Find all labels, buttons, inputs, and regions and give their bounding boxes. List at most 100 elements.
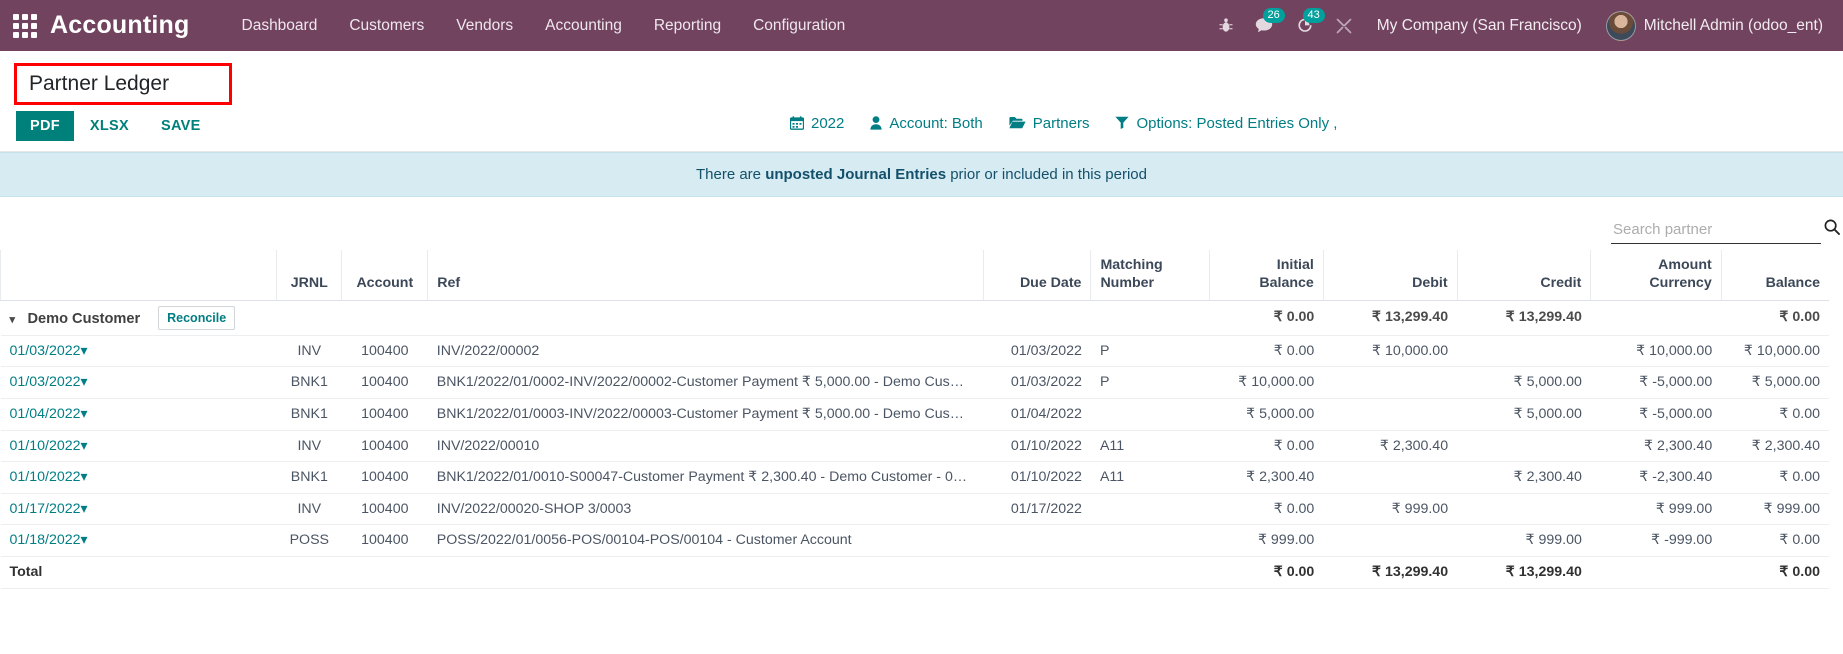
row-matching-number: P [1090,366,1210,399]
row-date-cell[interactable]: 01/03/2022▾ [0,335,277,368]
row-date-label[interactable]: 01/10/2022 [10,438,81,454]
table-row[interactable]: 01/17/2022▾ INV 100400 INV/2022/00020-SH… [0,493,1829,526]
messages-icon[interactable]: 26 [1244,8,1285,40]
row-amount-currency: ₹ -5,000.00 [1590,398,1722,431]
row-date-cell[interactable]: 01/10/2022▾ [0,430,277,463]
row-date-caret-icon[interactable]: ▾ [81,469,88,485]
group-balance: ₹ 0.00 [1721,300,1829,336]
row-due-date: 01/10/2022 [983,461,1091,494]
row-balance: ₹ 0.00 [1721,461,1829,494]
row-date-cell[interactable]: 01/18/2022▾ [0,524,277,557]
table-row[interactable]: 01/18/2022▾ POSS 100400 POSS/2022/01/005… [0,524,1829,557]
row-matching-number: A11 [1090,461,1210,494]
filter-date-range[interactable]: 2022 [789,115,844,132]
row-jrnl: BNK1 [276,398,342,431]
apps-grid-icon[interactable] [8,9,42,43]
row-due-date: 01/10/2022 [983,430,1091,463]
row-date-label[interactable]: 01/04/2022 [10,406,81,422]
row-jrnl: BNK1 [276,461,342,494]
row-date-label[interactable]: 01/18/2022 [10,532,81,548]
row-debit [1323,366,1458,399]
filter-options-label: Options: Posted Entries Only , [1136,115,1338,133]
row-jrnl: INV [276,335,342,368]
report-filters: 2022 Account: Both Partners Options: Pos… [789,115,1337,133]
search-box[interactable] [1611,219,1840,245]
menu-item-configuration[interactable]: Configuration [737,1,861,51]
row-amount-currency: ₹ -5,000.00 [1590,366,1722,399]
partner-group-row[interactable]: ▾ Demo Customer Reconcile ₹ 0.00 ₹ 13,29… [0,300,1829,336]
row-date-label[interactable]: 01/17/2022 [10,501,81,517]
row-credit: ₹ 999.00 [1457,524,1591,557]
search-input[interactable] [1611,220,1814,240]
filter-options[interactable]: Options: Posted Entries Only , [1115,115,1337,132]
total-amount-currency [1590,556,1722,589]
row-initial-balance: ₹ 2,300.40 [1209,461,1324,494]
total-account-cell [341,556,428,589]
row-ref: INV/2022/00010 [427,430,984,463]
filter-account-label: Account: Both [889,115,983,133]
row-date-caret-icon[interactable]: ▾ [81,438,88,454]
row-ref: INV/2022/00002 [427,335,984,368]
ledger-table-wrapper: JRNL Account Ref Due Date Matching Numbe… [0,250,1843,589]
row-date-cell[interactable]: 01/03/2022▾ [0,366,277,399]
row-initial-balance: ₹ 999.00 [1209,524,1324,557]
tools-icon[interactable] [1325,12,1363,40]
table-row[interactable]: 01/10/2022▾ BNK1 100400 BNK1/2022/01/001… [0,461,1829,494]
table-row[interactable]: 01/10/2022▾ INV 100400 INV/2022/00010 01… [0,430,1829,463]
user-menu[interactable]: Mitchell Admin (odoo_ent) [1596,7,1829,45]
row-debit: ₹ 999.00 [1323,493,1458,526]
bug-icon[interactable] [1208,12,1244,40]
row-amount-currency: ₹ 999.00 [1590,493,1722,526]
group-collapse-caret-icon[interactable]: ▾ [10,313,24,329]
row-date-label[interactable]: 01/10/2022 [10,469,81,485]
company-switcher[interactable]: My Company (San Francisco) [1363,11,1596,41]
row-jrnl: INV [276,430,342,463]
row-date-caret-icon[interactable]: ▾ [81,501,88,517]
activities-icon[interactable]: 43 [1285,8,1325,40]
row-account: 100400 [341,524,428,557]
row-date-cell[interactable]: 01/17/2022▾ [0,493,277,526]
row-date-caret-icon[interactable]: ▾ [81,374,88,390]
pdf-button[interactable]: PDF [16,111,74,142]
export-button-group: PDF XLSX SAVE [16,111,217,142]
search-icon[interactable] [1824,219,1840,240]
column-header-initial-balance: Initial Balance [1209,250,1324,301]
reconcile-button[interactable]: Reconcile [158,305,236,330]
filter-icon [1115,116,1130,131]
table-row[interactable]: 01/04/2022▾ BNK1 100400 BNK1/2022/01/000… [0,398,1829,431]
table-row[interactable]: 01/03/2022▾ BNK1 100400 BNK1/2022/01/000… [0,366,1829,399]
app-brand-title[interactable]: Accounting [50,11,190,40]
menu-item-customers[interactable]: Customers [333,1,440,51]
filter-partners[interactable]: Partners [1009,115,1089,132]
group-initial-balance: ₹ 0.00 [1209,300,1324,336]
table-row[interactable]: 01/03/2022▾ INV 100400 INV/2022/00002 01… [0,335,1829,368]
row-matching-number: A11 [1090,430,1210,463]
calendar-icon [789,115,805,132]
menu-item-dashboard[interactable]: Dashboard [226,1,334,51]
row-balance: ₹ 2,300.40 [1721,430,1829,463]
row-ref: INV/2022/00020-SHOP 3/0003 [427,493,984,526]
save-button[interactable]: SAVE [145,111,217,141]
row-date-cell[interactable]: 01/10/2022▾ [0,461,277,494]
group-due-date-cell [983,300,1091,336]
total-label: Total [0,556,277,589]
row-date-cell[interactable]: 01/04/2022▾ [0,398,277,431]
row-date-label[interactable]: 01/03/2022 [10,343,81,359]
group-matching-cell [1090,300,1210,336]
xlsx-button[interactable]: XLSX [74,111,145,141]
row-date-caret-icon[interactable]: ▾ [81,343,88,359]
row-date-label[interactable]: 01/03/2022 [10,374,81,390]
row-account: 100400 [341,398,428,431]
row-credit [1457,493,1591,526]
row-date-caret-icon[interactable]: ▾ [81,406,88,422]
page-title-row: Partner Ledger [0,51,1843,106]
menu-item-reporting[interactable]: Reporting [638,1,737,51]
row-debit [1323,398,1458,431]
control-panel-actions: PDF XLSX SAVE 2022 Account: Both Partner… [0,105,1843,151]
menu-item-accounting[interactable]: Accounting [529,1,638,51]
row-date-caret-icon[interactable]: ▾ [81,532,88,548]
menu-item-vendors[interactable]: Vendors [440,1,529,51]
filter-account-type[interactable]: Account: Both [870,115,983,133]
row-ref: BNK1/2022/01/0003-INV/2022/00003-Custome… [427,398,984,431]
row-due-date: 01/04/2022 [983,398,1091,431]
